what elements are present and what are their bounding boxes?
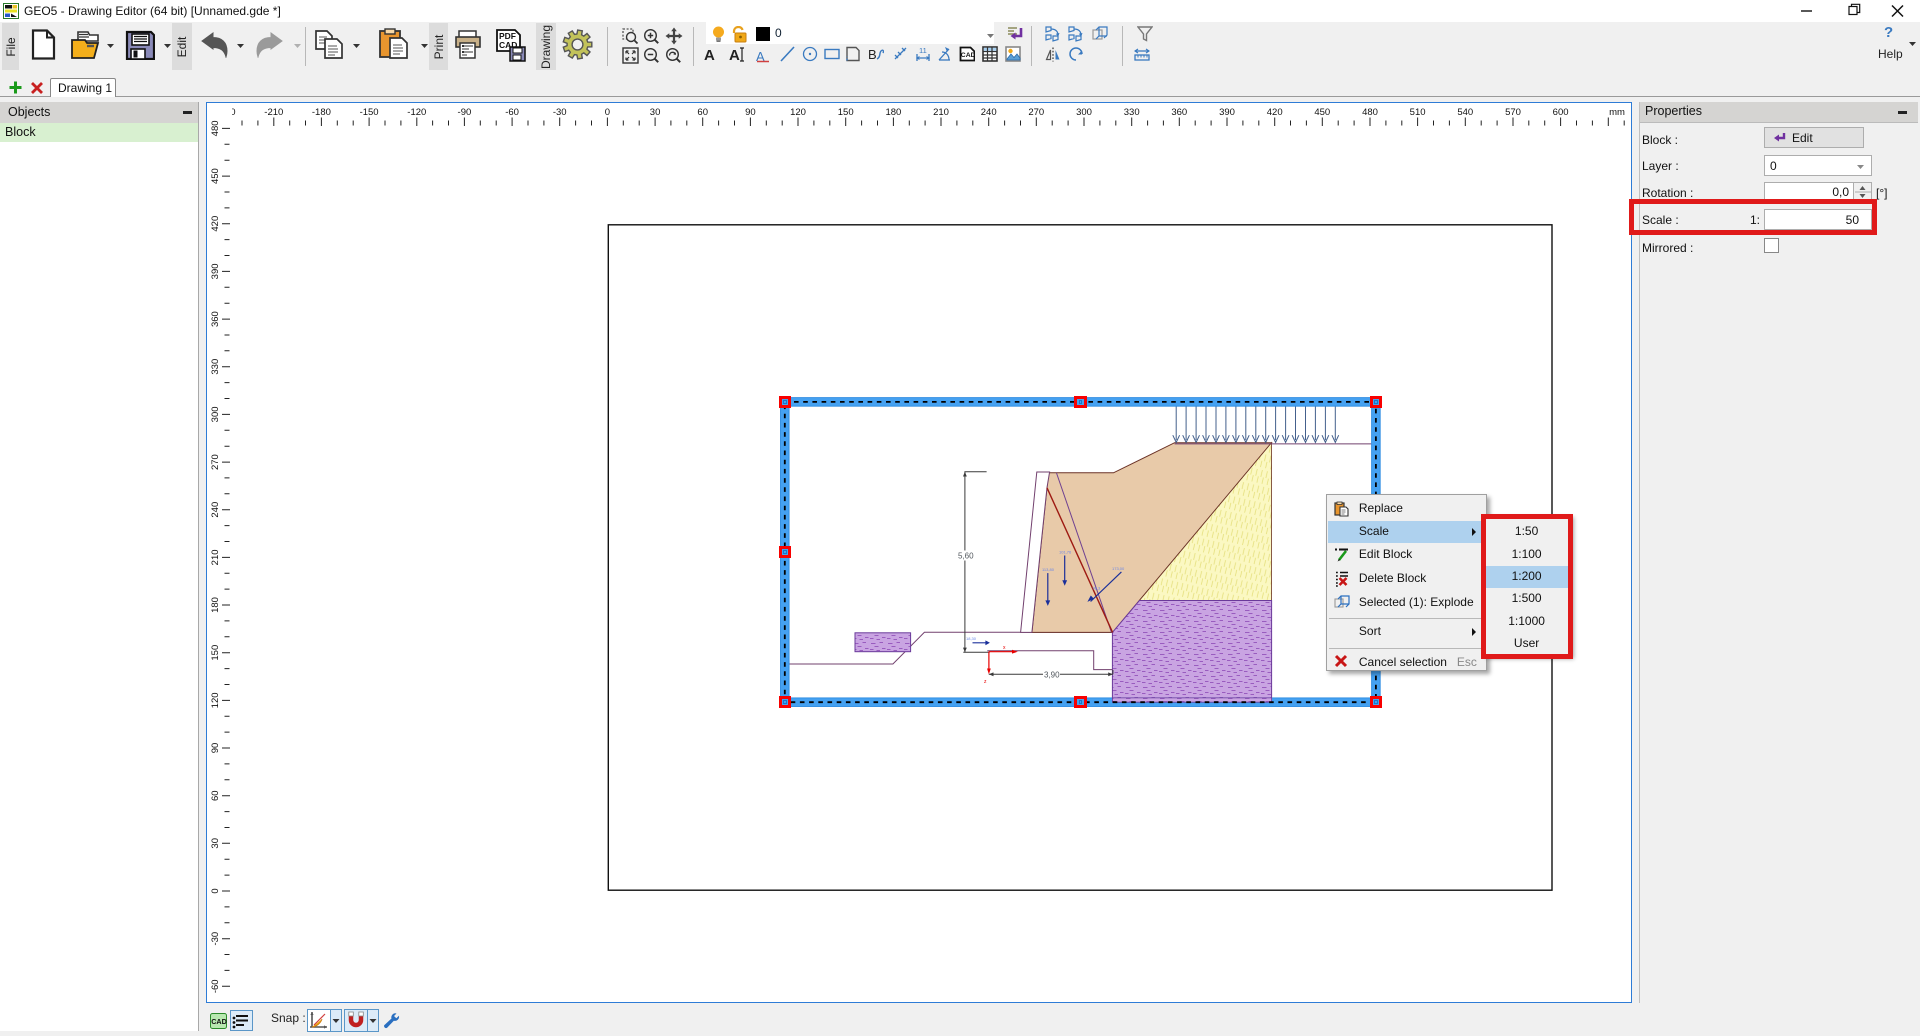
svg-text:-90: -90: [458, 107, 472, 118]
svg-text:480: 480: [210, 120, 221, 136]
svg-text:300: 300: [210, 406, 221, 422]
svg-text:390: 390: [210, 263, 221, 279]
svg-text:30: 30: [210, 838, 221, 849]
svg-text:240: 240: [210, 502, 221, 518]
svg-text:3,90: 3,90: [1044, 670, 1060, 679]
svg-text:150: 150: [838, 107, 854, 118]
svg-text:-60: -60: [505, 107, 519, 118]
svg-text:5,60: 5,60: [958, 552, 974, 561]
svg-text:180: 180: [885, 107, 901, 118]
svg-text:540: 540: [1457, 107, 1473, 118]
svg-text:CAD: CAD: [211, 1017, 227, 1026]
svg-text:A: A: [729, 47, 740, 63]
svg-text:120: 120: [210, 692, 221, 708]
svg-text:330: 330: [210, 359, 221, 375]
svg-text:-30: -30: [210, 932, 221, 946]
svg-text:113,80: 113,80: [1042, 567, 1055, 572]
svg-text:-210: -210: [264, 107, 283, 118]
svg-text:90: 90: [745, 107, 756, 118]
svg-text:-150: -150: [360, 107, 379, 118]
svg-text:-30: -30: [553, 107, 567, 118]
svg-text:270: 270: [210, 454, 221, 470]
svg-text:300: 300: [1076, 107, 1092, 118]
svg-text:mm: mm: [1609, 107, 1625, 118]
svg-text:390: 390: [1219, 107, 1235, 118]
svg-text:450: 450: [1314, 107, 1330, 118]
svg-text:150: 150: [210, 645, 221, 661]
svg-text:60: 60: [697, 107, 708, 118]
svg-text:60: 60: [210, 790, 221, 801]
svg-text:0: 0: [605, 107, 610, 118]
svg-text:-180: -180: [312, 107, 331, 118]
svg-text:570: 570: [1505, 107, 1521, 118]
svg-text:CAD: CAD: [961, 52, 975, 59]
svg-text:B: B: [868, 47, 877, 62]
svg-text:11: 11: [919, 46, 927, 55]
svg-text:A: A: [704, 47, 715, 63]
svg-text:101,76: 101,76: [1059, 550, 1072, 555]
svg-text:98,3: 98,3: [1093, 586, 1102, 591]
svg-text:-60: -60: [210, 979, 221, 993]
svg-text:330: 330: [1124, 107, 1140, 118]
svg-text:120: 120: [790, 107, 806, 118]
svg-text:420: 420: [210, 216, 221, 232]
svg-text:0: 0: [210, 888, 221, 893]
svg-text:360: 360: [210, 311, 221, 327]
svg-text:480: 480: [1362, 107, 1378, 118]
svg-text:-120: -120: [407, 107, 426, 118]
svg-text:210: 210: [933, 107, 949, 118]
svg-text:450: 450: [210, 168, 221, 184]
svg-text:420: 420: [1267, 107, 1283, 118]
svg-text:510: 510: [1410, 107, 1426, 118]
svg-text:173,00: 173,00: [1112, 566, 1125, 571]
svg-text:30: 30: [650, 107, 661, 118]
svg-text:270: 270: [1028, 107, 1044, 118]
svg-text:18,30: 18,30: [966, 636, 977, 641]
svg-text:210: 210: [210, 549, 221, 565]
svg-text:240: 240: [981, 107, 997, 118]
svg-text:180: 180: [210, 597, 221, 613]
svg-text:90: 90: [210, 743, 221, 754]
svg-text:360: 360: [1171, 107, 1187, 118]
svg-text:600: 600: [1553, 107, 1569, 118]
